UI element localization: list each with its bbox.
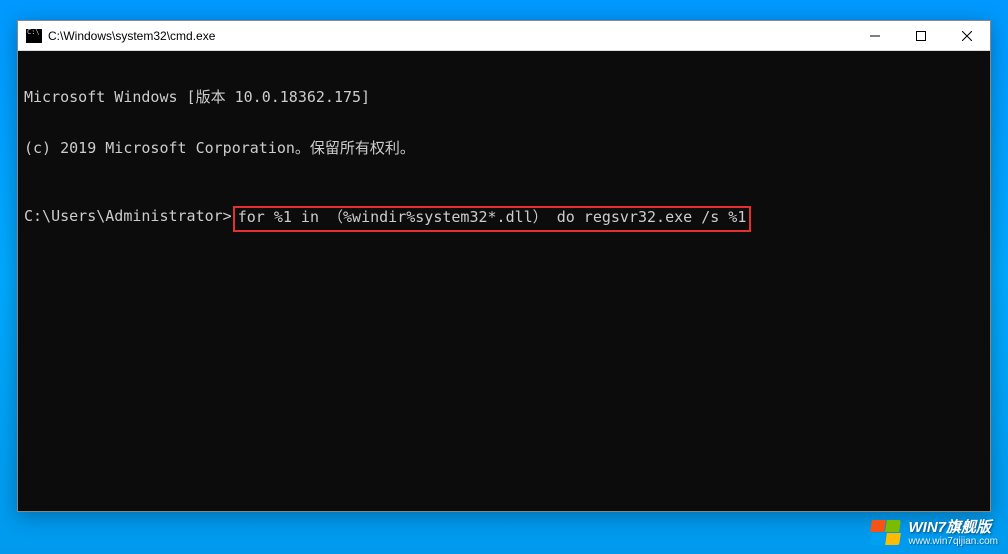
minimize-button[interactable] xyxy=(852,21,898,50)
windows-logo-icon xyxy=(871,520,903,548)
cmd-icon xyxy=(26,29,42,43)
window-controls xyxy=(852,21,990,50)
terminal-line-version: Microsoft Windows [版本 10.0.18362.175] xyxy=(24,89,984,106)
maximize-button[interactable] xyxy=(898,21,944,50)
terminal-command: for %1 in （%windir%system32*.dll） do reg… xyxy=(238,208,747,226)
terminal-prompt-row: C:\Users\Administrator> for %1 in （%windi… xyxy=(24,208,984,232)
watermark-text: WIN7旗舰版 www.win7qijian.com xyxy=(909,520,998,548)
command-highlight-box: for %1 in （%windir%system32*.dll） do reg… xyxy=(233,206,752,232)
terminal-body[interactable]: Microsoft Windows [版本 10.0.18362.175] (c… xyxy=(18,51,990,270)
titlebar[interactable]: C:\Windows\system32\cmd.exe xyxy=(18,21,990,51)
window-title: C:\Windows\system32\cmd.exe xyxy=(48,29,852,43)
close-button[interactable] xyxy=(944,21,990,50)
watermark-brand: WIN7旗舰版 xyxy=(909,520,998,536)
terminal-prompt: C:\Users\Administrator> xyxy=(24,208,232,232)
cmd-window: C:\Windows\system32\cmd.exe Microsoft Wi… xyxy=(17,20,991,512)
terminal-line-copyright: (c) 2019 Microsoft Corporation。保留所有权利。 xyxy=(24,140,984,157)
watermark-url: www.win7qijian.com xyxy=(909,536,998,548)
watermark: WIN7旗舰版 www.win7qijian.com xyxy=(871,520,998,548)
